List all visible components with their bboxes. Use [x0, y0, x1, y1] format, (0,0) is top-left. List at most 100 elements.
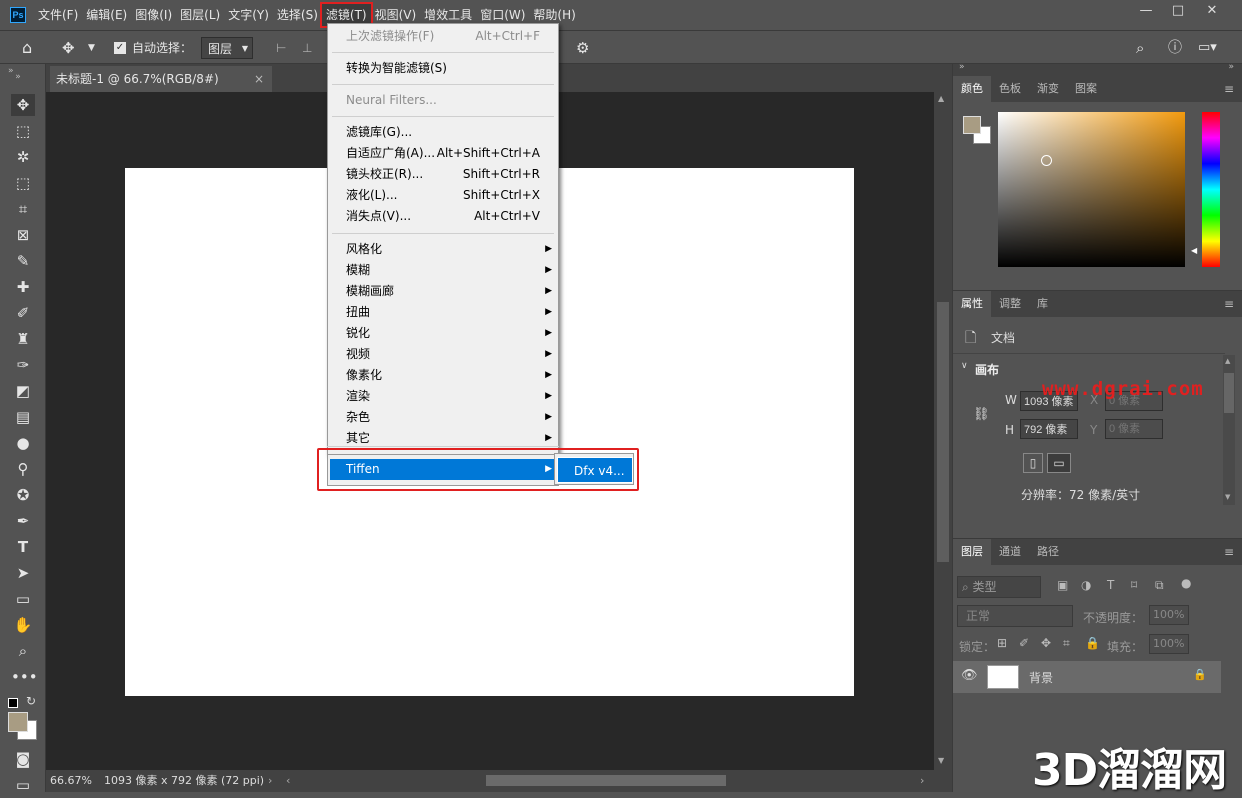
menu-image[interactable]: 图像(I) [131, 4, 176, 26]
menu-item-blur-gallery[interactable]: 模糊画廊 ▶ [328, 281, 558, 302]
menu-item-noise[interactable]: 杂色 ▶ [328, 407, 558, 428]
type-filter-icon[interactable]: T [1107, 578, 1114, 592]
layer-name[interactable]: 背景 [1029, 669, 1053, 686]
search-icon[interactable]: ⌕ [1136, 37, 1144, 59]
blur-tool-icon[interactable]: ● [11, 432, 35, 454]
sponge-icon[interactable]: ✪ [11, 484, 35, 506]
tab-patterns[interactable]: 图案 [1067, 76, 1105, 102]
hand-tool-icon[interactable]: ✋ [11, 614, 35, 636]
auto-select-dropdown[interactable]: 图层 ▼ [201, 37, 253, 59]
lock-position-icon[interactable]: ✥ [1041, 636, 1051, 650]
object-select-tool-icon[interactable]: ✲ [11, 146, 35, 168]
vertical-scroll-thumb[interactable] [937, 302, 949, 562]
close-tab-icon[interactable]: × [254, 66, 264, 92]
tab-swatches[interactable]: 色板 [991, 76, 1029, 102]
pen-tool-icon[interactable]: ✒ [11, 510, 35, 532]
swap-colors-icon[interactable]: ↻ [26, 694, 36, 708]
adjustment-filter-icon[interactable]: ◑ [1081, 578, 1091, 592]
crop-tool-icon[interactable]: ⌗ [11, 198, 35, 220]
type-tool-icon[interactable]: T [11, 536, 35, 558]
gradient-tool-icon[interactable]: ▤ [11, 406, 35, 428]
collapse-icon[interactable]: » [8, 66, 14, 76]
zoom-level[interactable]: 66.67% [50, 770, 92, 792]
maximize-icon[interactable]: □ [1162, 0, 1194, 22]
lock-transparent-icon[interactable]: ⊞ [997, 636, 1007, 650]
vertical-scrollbar[interactable]: ▲ ▼ [934, 92, 952, 770]
eye-icon[interactable]: 👁 [961, 668, 978, 683]
zoom-tool-icon[interactable]: ⌕ [11, 640, 35, 662]
document-tab[interactable]: 未标题-1 @ 66.7%(RGB/8#) × [50, 66, 272, 92]
screen-mode-icon[interactable]: ▭ [11, 774, 35, 796]
foreground-color-swatch[interactable] [963, 116, 981, 134]
menu-file[interactable]: 文件(F) [34, 4, 82, 26]
lock-image-icon[interactable]: ✐ [1019, 636, 1029, 650]
eyedropper-tool-icon[interactable]: ✎ [11, 250, 35, 272]
minimize-icon[interactable]: — [1130, 0, 1162, 22]
smart-object-filter-icon[interactable]: ⧉ [1155, 578, 1164, 593]
tab-color[interactable]: 颜色 [953, 76, 991, 102]
healing-brush-icon[interactable]: ✚ [11, 276, 35, 298]
scroll-thumb[interactable] [1224, 373, 1234, 413]
tab-paths[interactable]: 路径 [1029, 539, 1067, 565]
clone-stamp-icon[interactable]: ♜ [11, 328, 35, 350]
menu-item-pixelate[interactable]: 像素化 ▶ [328, 365, 558, 386]
scroll-down-icon[interactable]: ▼ [1225, 493, 1230, 501]
color-picker-field[interactable] [998, 112, 1185, 267]
collapse-icon[interactable]: » [959, 62, 965, 72]
tab-properties[interactable]: 属性 [953, 291, 991, 317]
move-tool-icon[interactable]: ✥ [62, 37, 75, 59]
hue-slider-marker-icon[interactable]: ◀ [1191, 246, 1197, 255]
menu-item-blur[interactable]: 模糊 ▶ [328, 260, 558, 281]
menu-item-stylize[interactable]: 风格化 ▶ [328, 239, 558, 260]
link-icon[interactable]: ⛓ [973, 407, 990, 422]
chevron-right-icon[interactable]: › [920, 770, 924, 792]
menu-select[interactable]: 选择(S) [273, 4, 322, 26]
chevron-down-icon[interactable]: ▼ [88, 37, 95, 59]
home-icon[interactable]: ⌂ [22, 37, 32, 59]
menu-item-smart-filter[interactable]: 转换为智能滤镜(S) [328, 58, 558, 79]
tab-channels[interactable]: 通道 [991, 539, 1029, 565]
menu-item-distort[interactable]: 扭曲 ▶ [328, 302, 558, 323]
panel-menu-icon[interactable]: ≡ [1224, 297, 1234, 311]
align-left-icon[interactable]: ⊢ [276, 37, 286, 59]
panel-menu-icon[interactable]: ≡ [1224, 545, 1234, 559]
scroll-down-icon[interactable]: ▼ [938, 756, 944, 765]
color-picker-cursor[interactable] [1041, 155, 1052, 166]
history-brush-icon[interactable]: ✑ [11, 354, 35, 376]
opacity-field[interactable]: 100% [1149, 605, 1189, 625]
panel-menu-icon[interactable]: ≡ [1224, 82, 1234, 96]
select-subject-icon[interactable]: ⬚ [11, 172, 35, 194]
more-tools-icon[interactable]: ••• [11, 666, 38, 688]
menu-layer[interactable]: 图层(L) [176, 4, 224, 26]
menu-type[interactable]: 文字(Y) [224, 4, 273, 26]
filter-toggle-icon[interactable]: ● [1181, 576, 1191, 590]
align-center-icon[interactable]: ⊥ [302, 37, 312, 59]
hue-slider[interactable] [1202, 112, 1220, 267]
y-field[interactable] [1105, 419, 1163, 439]
scroll-up-icon[interactable]: ▲ [938, 94, 944, 103]
layer-row[interactable]: 👁 背景 🔒 [953, 661, 1221, 693]
dodge-tool-icon[interactable]: ⚲ [11, 458, 35, 480]
lock-all-icon[interactable]: 🔒 [1085, 636, 1100, 650]
move-tool-icon[interactable]: ✥ [11, 94, 35, 116]
fill-field[interactable]: 100% [1149, 634, 1189, 654]
chevron-down-icon[interactable]: ∨ [961, 361, 968, 371]
shape-filter-icon[interactable]: ⌑ [1131, 578, 1137, 592]
path-select-icon[interactable]: ➤ [11, 562, 35, 584]
horizontal-scroll-thumb[interactable] [486, 775, 726, 786]
properties-scrollbar[interactable]: ▲ ▼ [1223, 355, 1235, 505]
menu-item-lens-correction[interactable]: 镜头校正(R)... Shift+Ctrl+R [328, 164, 558, 185]
gear-icon[interactable]: ⚙ [576, 37, 589, 59]
menu-item-adaptive-wide-angle[interactable]: 自适应广角(A)... Alt+Shift+Ctrl+A [328, 143, 558, 164]
help-icon[interactable]: ⓘ [1168, 37, 1182, 59]
tab-adjustments[interactable]: 调整 [991, 291, 1029, 317]
default-colors-icon[interactable] [8, 698, 18, 708]
pixel-filter-icon[interactable]: ▣ [1057, 578, 1068, 592]
tab-layers[interactable]: 图层 [953, 539, 991, 565]
portrait-orientation-icon[interactable]: ▯ [1023, 453, 1043, 473]
chevron-right-icon[interactable]: › [268, 770, 272, 792]
auto-select-checkbox[interactable]: ✓ [114, 42, 126, 54]
workspace-icon[interactable]: ▭▾ [1198, 37, 1217, 59]
menu-item-sharpen[interactable]: 锐化 ▶ [328, 323, 558, 344]
expand-icon[interactable]: » [1228, 62, 1234, 72]
